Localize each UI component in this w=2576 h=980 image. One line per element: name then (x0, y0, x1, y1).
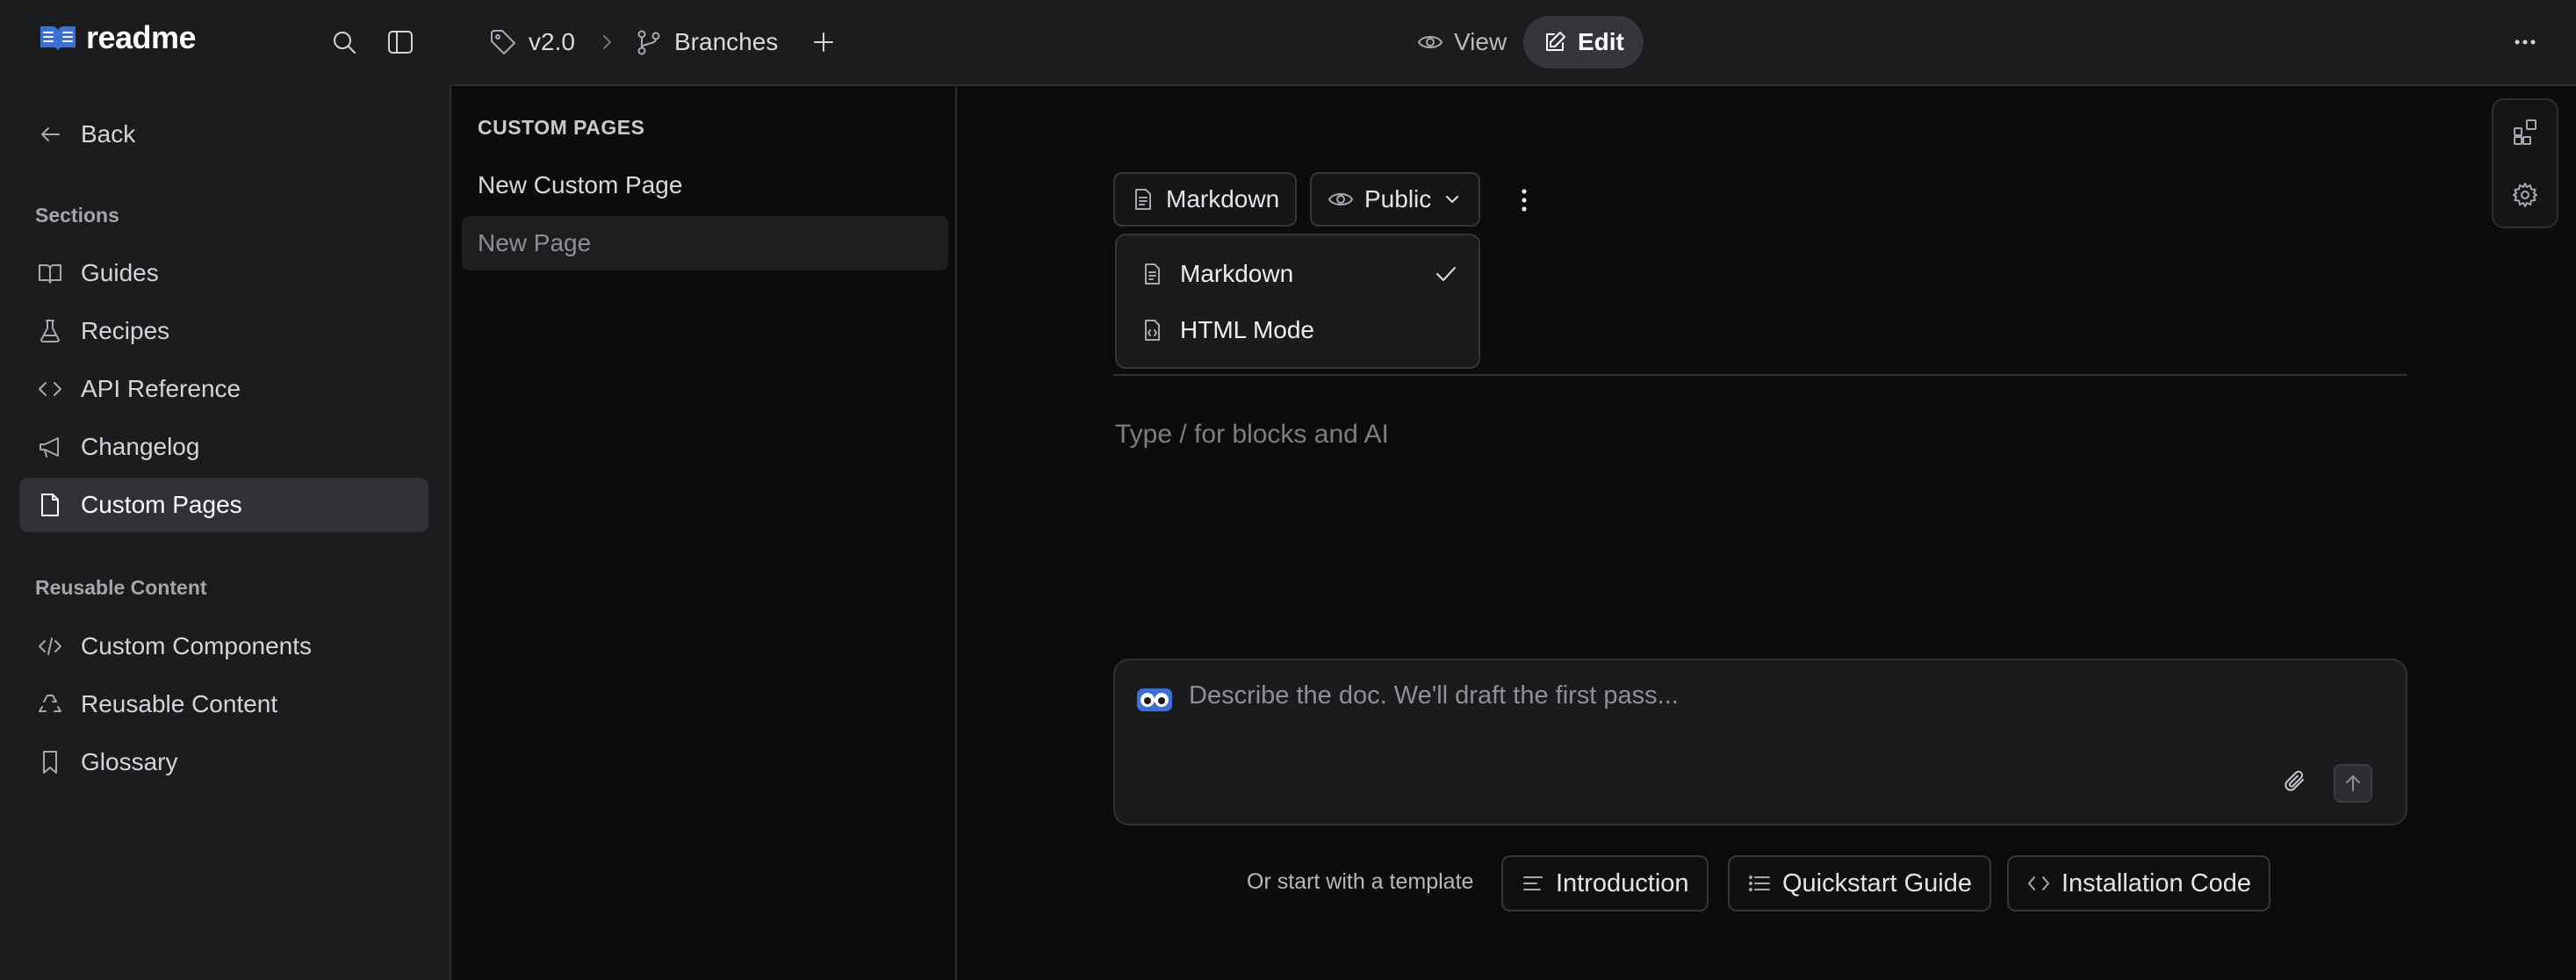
sections-heading: Sections (35, 204, 119, 227)
back-label: Back (81, 120, 136, 148)
ai-prompt-box[interactable]: Describe the doc. We'll draft the first … (1113, 659, 2407, 825)
brand-name: readme (86, 19, 197, 55)
html-file-icon (1145, 320, 1160, 341)
arrow-left-icon (41, 127, 60, 141)
menu-item-label: HTML Mode (1180, 316, 1315, 343)
code-icon (39, 382, 61, 396)
eye-icon (1418, 36, 1443, 48)
menu-item-label: Markdown (1180, 260, 1294, 287)
book-icon (39, 264, 61, 284)
back-link[interactable]: Back (19, 107, 428, 162)
edit-label: Edit (1578, 28, 1624, 55)
sidebar-item-custom-components[interactable]: Custom Components (19, 619, 428, 674)
more-vertical-icon[interactable] (1508, 184, 1540, 216)
top-bar: readme v2.0 Branches View Edit (0, 0, 2576, 84)
megaphone-icon (40, 437, 59, 458)
arrow-up-icon (2346, 775, 2360, 791)
sidebar-item-label: Custom Components (81, 632, 313, 659)
bookmark-icon (43, 751, 57, 774)
menu-item-markdown[interactable]: Markdown (1141, 255, 1459, 293)
version-breadcrumb[interactable]: v2.0 (488, 25, 575, 60)
sidebar: Back Sections Guides Recipes API Referen… (0, 84, 450, 980)
visibility-label: Public (1364, 185, 1432, 213)
paperclip-icon[interactable] (2277, 764, 2313, 799)
sidebar-toggle-icon[interactable] (383, 25, 418, 60)
reusable-content-heading: Reusable Content (35, 576, 207, 599)
sidebar-item-label: Glossary (81, 748, 178, 775)
ai-prompt-input[interactable]: Describe the doc. We'll draft the first … (1189, 681, 1679, 710)
blocks-icon[interactable] (2508, 114, 2543, 149)
send-button[interactable] (2334, 764, 2372, 803)
template-label: Introduction (1556, 868, 1689, 897)
tag-icon (491, 30, 515, 54)
visibility-select-button[interactable]: Public (1310, 172, 1481, 227)
editor-body-placeholder[interactable]: Type / for blocks and AI (1115, 420, 1389, 450)
sidebar-item-label: Reusable Content (81, 690, 278, 717)
template-label: Installation Code (2062, 868, 2252, 897)
edit-icon (1546, 32, 1565, 51)
readme-logo[interactable]: readme (39, 19, 197, 56)
format-select-button[interactable]: Markdown (1113, 172, 1298, 227)
version-label: v2.0 (529, 28, 575, 55)
format-label: Markdown (1166, 185, 1280, 213)
format-dropdown-menu: Markdown HTML Mode (1115, 234, 1480, 369)
branches-label: Branches (674, 28, 779, 55)
sidebar-item-changelog[interactable]: Changelog (19, 420, 428, 474)
align-left-icon (1523, 876, 1543, 890)
template-label: Quickstart Guide (1782, 868, 1972, 897)
recycle-icon (39, 695, 61, 712)
page-item-label: New Page (478, 229, 592, 256)
document-icon (1145, 263, 1160, 285)
editor-canvas: Markdown Public Markdown HTML Mode Type … (955, 84, 2576, 980)
sidebar-item-reusable-content[interactable]: Reusable Content (19, 677, 428, 731)
sidebar-item-custom-pages[interactable]: Custom Pages (19, 478, 428, 532)
template-quickstart-button[interactable]: Quickstart Guide (1728, 855, 1991, 912)
readme-book-icon (40, 26, 76, 51)
template-installation-button[interactable]: Installation Code (2007, 855, 2271, 912)
sidebar-item-guides[interactable]: Guides (19, 246, 428, 300)
more-horizontal-icon[interactable] (2508, 25, 2543, 60)
template-prompt: Or start with a template (1247, 869, 1474, 894)
view-mode-button[interactable]: View (1398, 16, 1526, 68)
template-introduction-button[interactable]: Introduction (1501, 855, 1709, 912)
right-toolbar (2492, 98, 2558, 228)
sidebar-item-label: Recipes (81, 317, 170, 344)
file-icon (41, 494, 59, 516)
list-icon (1749, 876, 1770, 891)
page-item-label: New Custom Page (478, 171, 683, 198)
sidebar-item-recipes[interactable]: Recipes (19, 304, 428, 358)
view-label: View (1454, 28, 1507, 55)
owl-avatar-icon (1136, 685, 1173, 713)
add-icon[interactable] (806, 25, 841, 60)
custom-pages-list: CUSTOM PAGES New Custom Page New Page (450, 84, 955, 980)
flask-icon (40, 320, 60, 342)
settings-gear-icon[interactable] (2508, 177, 2543, 213)
eye-icon (1328, 193, 1353, 205)
sidebar-item-glossary[interactable]: Glossary (19, 735, 428, 789)
pages-heading: CUSTOM PAGES (478, 116, 645, 139)
branches-breadcrumb[interactable]: Branches (634, 25, 778, 60)
title-divider (1113, 374, 2407, 376)
chevron-right-icon (597, 25, 616, 60)
check-icon (1436, 267, 1456, 281)
git-branch-icon (637, 30, 660, 55)
chevron-down-icon (1446, 196, 1459, 203)
sidebar-item-api-reference[interactable]: API Reference (19, 362, 428, 416)
code-icon (2028, 876, 2049, 890)
sidebar-item-label: Guides (81, 259, 159, 286)
search-icon[interactable] (327, 25, 362, 60)
page-item-new-custom-page[interactable]: New Custom Page (462, 158, 948, 213)
sidebar-item-label: Changelog (81, 433, 200, 460)
sidebar-item-label: API Reference (81, 375, 241, 402)
edit-mode-button[interactable]: Edit (1523, 16, 1644, 68)
page-item-new-page[interactable]: New Page (462, 216, 948, 270)
sidebar-item-label: Custom Pages (81, 491, 242, 518)
code-slash-icon (39, 638, 61, 655)
menu-item-html-mode[interactable]: HTML Mode (1141, 311, 1314, 349)
document-icon (1135, 189, 1151, 210)
